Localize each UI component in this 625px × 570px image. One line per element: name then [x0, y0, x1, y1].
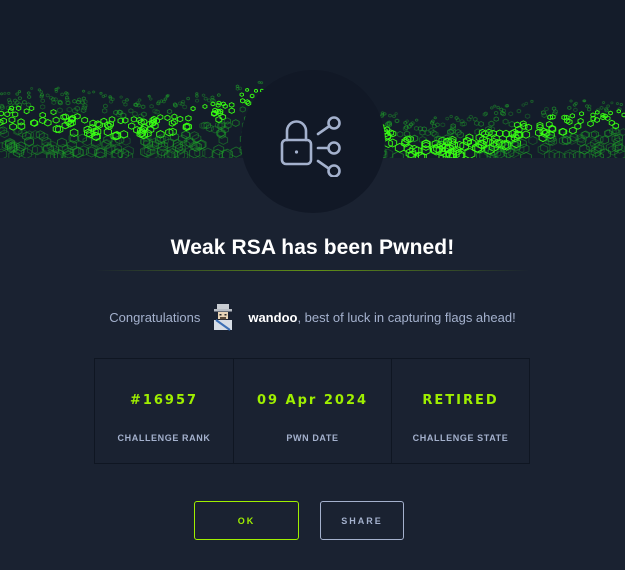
- title-divider: [95, 270, 530, 271]
- stat-challenge-rank: #16957 CHALLENGE RANK: [95, 359, 233, 463]
- lock-network-icon: [280, 115, 341, 177]
- share-button[interactable]: SHARE: [320, 501, 404, 540]
- stat-label: CHALLENGE RANK: [117, 433, 211, 443]
- page-title: Weak RSA has been Pwned!: [170, 236, 455, 259]
- stat-value: 09 Apr 2024: [256, 393, 369, 408]
- congratulations-message: Congratulations wandoo , best of luck in…: [0, 302, 625, 332]
- stat-value: RETIRED: [422, 393, 499, 408]
- challenge-badge: [241, 70, 385, 213]
- stat-pwn-date: 09 Apr 2024 PWN DATE: [233, 359, 391, 463]
- congrats-prefix: Congratulations: [109, 309, 201, 325]
- congrats-suffix: , best of luck in capturing flags ahead!: [297, 309, 516, 325]
- stats-panel: #16957 CHALLENGE RANK 09 Apr 2024 PWN DA…: [94, 358, 530, 464]
- user-avatar: [214, 304, 233, 331]
- username[interactable]: wandoo: [248, 310, 297, 325]
- stat-value: #16957: [129, 393, 199, 408]
- stat-challenge-state: RETIRED CHALLENGE STATE: [391, 359, 529, 463]
- stat-label: CHALLENGE STATE: [412, 433, 509, 443]
- ok-button[interactable]: OK: [194, 501, 299, 540]
- stat-label: PWN DATE: [286, 433, 339, 443]
